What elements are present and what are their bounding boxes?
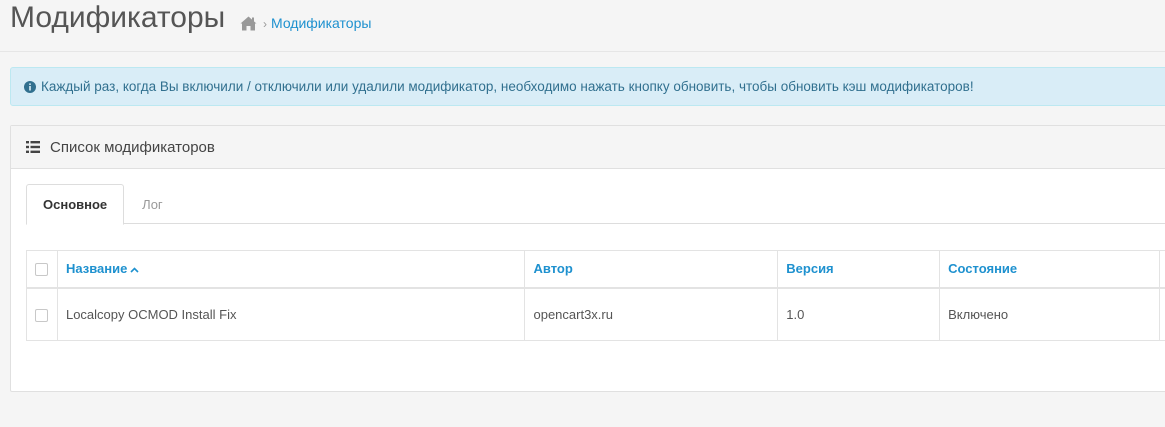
column-header-name[interactable]: Название [56,250,526,289]
table-row: Localcopy OCMOD Install Fix opencart3x.r… [26,287,1165,341]
select-all-checkbox[interactable] [35,263,49,277]
tabs: Основное Лог [26,184,1165,225]
panel-title: Список модификаторов [50,138,215,156]
cell-extra [1158,287,1165,341]
alert-text: Каждый раз, когда Вы включили / отключил… [41,79,974,94]
column-header-version[interactable]: Версия [777,250,941,289]
page-title: Модификаторы [10,1,226,34]
tab-general[interactable]: Основное [26,184,125,225]
info-circle-icon [24,80,36,93]
column-header-extra [1158,250,1165,289]
breadcrumb-link-modifiers[interactable]: Модификаторы [271,15,371,31]
row-checkbox[interactable] [35,308,49,322]
tab-log[interactable]: Лог [124,184,179,224]
page-header: Модификаторы › Модификаторы [0,0,1165,52]
column-header-status[interactable]: Состояние [939,250,1160,289]
breadcrumb-separator: › [263,17,267,31]
cell-status: Включено [939,287,1160,341]
sort-asc-icon [130,267,139,273]
list-icon [26,141,40,153]
cell-version: 1.0 [777,287,941,341]
column-header-author[interactable]: Автор [524,250,779,289]
modifiers-table: Название Автор Версия Состояние Localcop… [26,250,1165,341]
cell-name: Localcopy OCMOD Install Fix [56,287,526,341]
panel-heading: Список модификаторов [11,126,1165,169]
modifiers-panel: Список модификаторов Основное Лог Назван… [10,125,1165,392]
row-select-cell [26,287,58,341]
breadcrumb: › Модификаторы [240,13,371,33]
select-all-cell [26,250,58,289]
cell-author: opencart3x.ru [524,287,779,341]
info-alert: Каждый раз, когда Вы включили / отключил… [10,67,1165,106]
table-header-row: Название Автор Версия Состояние [26,250,1165,289]
home-icon[interactable] [240,16,257,31]
column-header-name-label[interactable]: Название [66,261,127,276]
